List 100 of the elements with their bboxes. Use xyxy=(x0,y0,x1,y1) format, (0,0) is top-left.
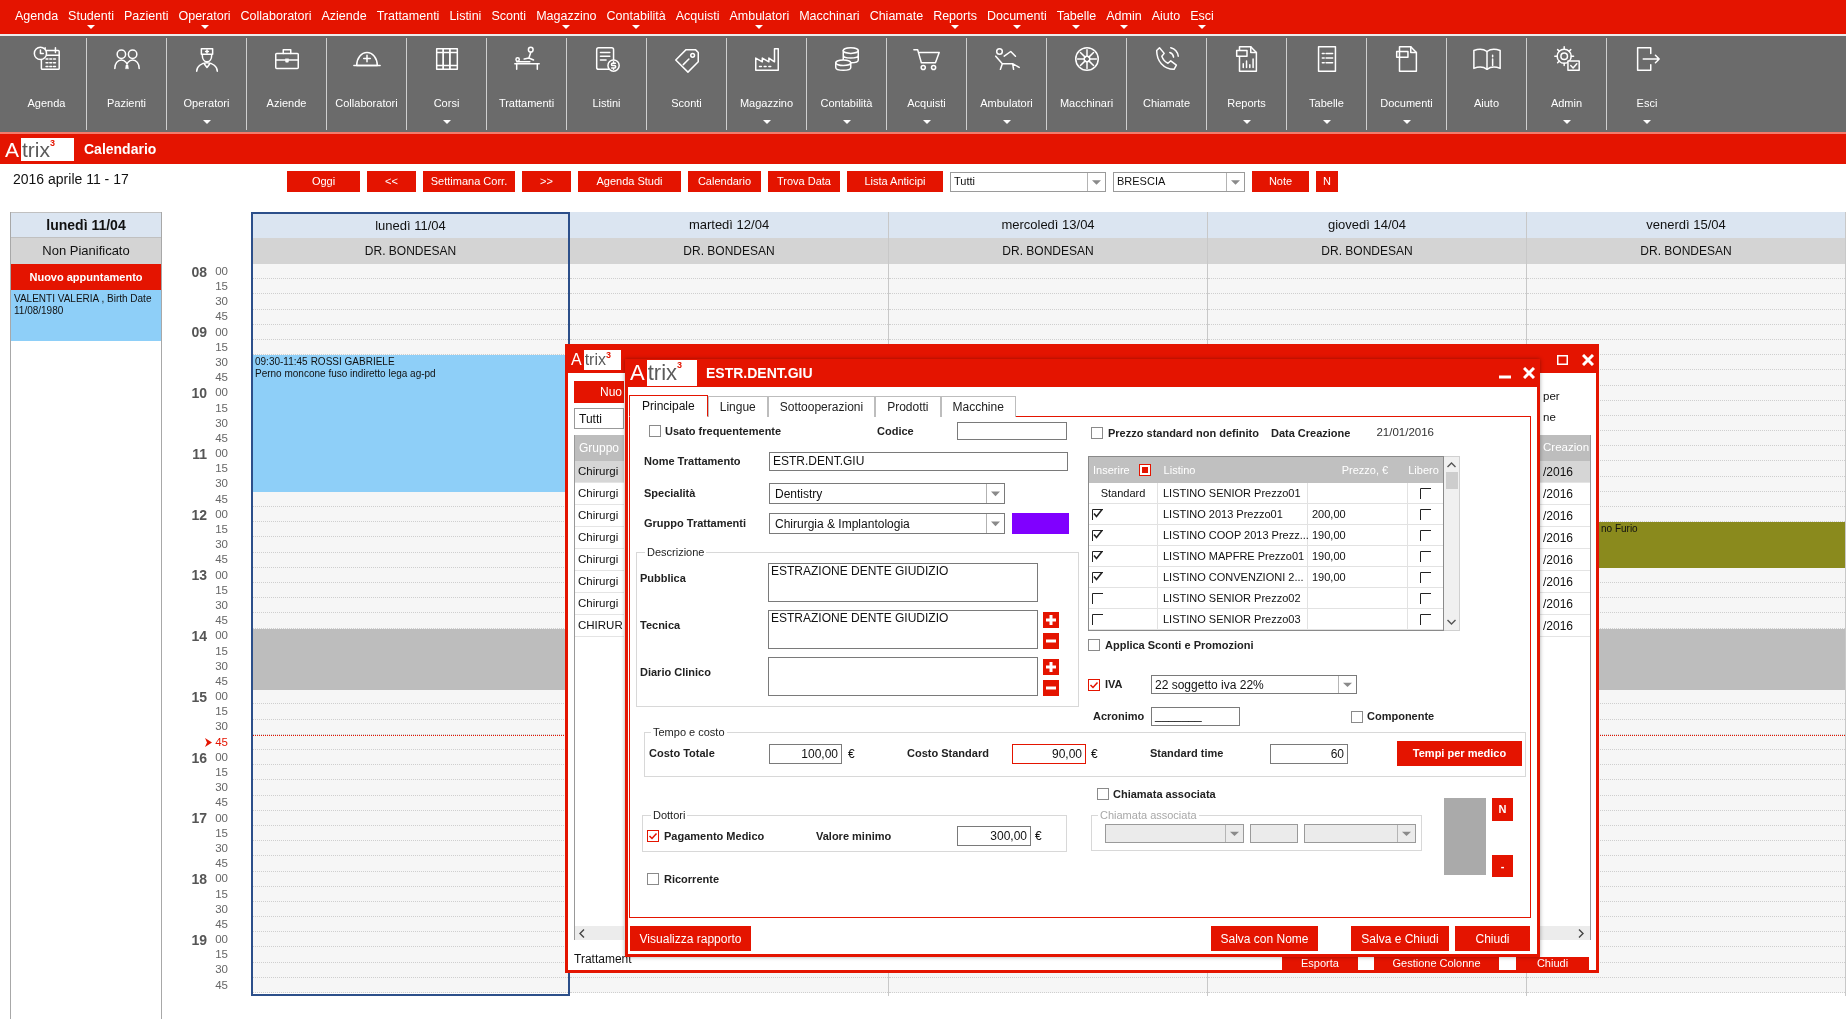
toolbar-button[interactable]: Tabelle xyxy=(1287,38,1367,130)
checkbox[interactable] xyxy=(647,830,659,842)
checkbox[interactable] xyxy=(1420,508,1431,520)
scrollbar[interactable] xyxy=(1444,456,1460,631)
appointment-card[interactable]: VALENTI VALERIA , Birth Date 11/08/1980 xyxy=(11,290,161,342)
menu-item[interactable]: Pazienti xyxy=(124,9,169,24)
action-button[interactable]: Gestione Colonne xyxy=(1374,957,1499,970)
toolbar-button[interactable]: Aziende xyxy=(247,38,327,130)
action-button[interactable]: Salva e Chiudi xyxy=(1351,926,1449,951)
action-button[interactable]: Lista Anticipi xyxy=(847,171,943,192)
plus-icon[interactable] xyxy=(1043,612,1059,628)
menu-item[interactable]: Magazzino xyxy=(536,9,597,29)
toolbar-button[interactable]: Ambulatori xyxy=(967,38,1047,130)
toolbar-button[interactable]: Operatori xyxy=(167,38,247,130)
text-field[interactable]: 100,00 xyxy=(769,743,842,764)
checkbox[interactable] xyxy=(1092,529,1103,541)
menu-item[interactable]: Ambulatori xyxy=(729,9,790,29)
action-button[interactable]: N xyxy=(1316,171,1338,192)
action-button[interactable]: Chiudi xyxy=(1455,926,1530,951)
toolbar-button[interactable]: Collaboratori xyxy=(327,38,407,130)
appointment-block[interactable]: 09:30-11:45 ROSSI GABRIELE Perno moncone fuso indiretto lega ag-pd xyxy=(253,355,568,492)
action-button[interactable]: Visualizza rapporto xyxy=(630,926,751,951)
action-button[interactable]: N xyxy=(1492,798,1513,821)
text-area[interactable]: ESTRAZIONE DENTE GIUDIZIO xyxy=(768,610,1038,649)
toolbar-button[interactable]: Magazzino xyxy=(727,38,807,130)
dropdown[interactable]: Chirurgia & Implantologia xyxy=(769,513,1005,534)
tab[interactable]: Sottooperazioni xyxy=(767,396,876,417)
checkbox[interactable] xyxy=(1088,639,1100,651)
dropdown[interactable]: Tutti xyxy=(950,171,1106,192)
menu-item[interactable]: Macchinari xyxy=(799,9,860,24)
menu-item[interactable]: Documenti xyxy=(986,9,1047,29)
menu-item[interactable]: Agenda xyxy=(15,9,59,24)
tab[interactable]: Macchine xyxy=(940,396,1016,417)
text-area[interactable] xyxy=(768,657,1038,696)
toolbar-button[interactable]: Documenti xyxy=(1367,38,1447,130)
toolbar-button[interactable]: Sconti xyxy=(647,38,727,130)
checkbox[interactable] xyxy=(1092,550,1103,562)
dropdown[interactable]: 22 soggetto iva 22% xyxy=(1151,675,1357,694)
checkbox[interactable] xyxy=(1420,529,1431,541)
menu-item[interactable]: Admin xyxy=(1106,9,1142,29)
toolbar-button[interactable]: Aiuto xyxy=(1447,38,1527,130)
checkbox[interactable] xyxy=(1420,571,1431,583)
toolbar-button[interactable]: Listini xyxy=(567,38,647,130)
dropdown[interactable]: Dentistry xyxy=(769,483,1005,504)
action-button[interactable]: Settimana Corr. xyxy=(423,171,515,192)
checkbox[interactable] xyxy=(1092,571,1103,583)
checkbox[interactable] xyxy=(647,873,659,885)
new-appointment-button[interactable]: Nuovo appuntamento xyxy=(11,264,161,291)
checkbox[interactable] xyxy=(1420,550,1431,562)
maximize-icon[interactable] xyxy=(1557,355,1568,365)
checkbox[interactable] xyxy=(1420,613,1431,625)
dropdown[interactable]: Tutti xyxy=(574,408,624,429)
menu-item[interactable]: Aziende xyxy=(321,9,367,24)
menu-item[interactable]: Collaboratori xyxy=(240,9,312,24)
tab[interactable]: Prodotti xyxy=(875,396,941,417)
checkbox[interactable] xyxy=(1420,592,1431,604)
toolbar-button[interactable]: Trattamenti xyxy=(487,38,567,130)
checkbox[interactable] xyxy=(1092,592,1103,604)
text-field[interactable]: 90,00 xyxy=(1012,743,1086,764)
checkbox[interactable] xyxy=(1092,613,1103,625)
menu-item[interactable]: Listini xyxy=(449,9,482,24)
toolbar-button[interactable]: Agenda xyxy=(7,38,87,130)
text-field[interactable]: ESTR.DENT.GIU xyxy=(769,452,1068,471)
text-area[interactable]: ESTRAZIONE DENTE GIUDIZIO xyxy=(768,563,1038,602)
text-field[interactable]: 300,00 xyxy=(957,826,1031,846)
action-button[interactable]: - xyxy=(1492,855,1513,877)
minus-icon[interactable] xyxy=(1043,633,1059,649)
toolbar-button[interactable]: Esci xyxy=(1607,38,1687,130)
scroll-left-icon[interactable] xyxy=(579,928,585,938)
minus-icon[interactable] xyxy=(1043,680,1059,696)
table-cell[interactable]: /2016 xyxy=(1539,461,1590,483)
scrollbar-thumb[interactable] xyxy=(1445,472,1458,489)
close-icon[interactable] xyxy=(1523,367,1535,379)
action-button[interactable]: Calendario xyxy=(688,171,761,192)
action-button[interactable]: << xyxy=(367,171,416,192)
menu-item[interactable]: Sconti xyxy=(491,9,527,24)
color-swatch[interactable] xyxy=(1012,513,1069,534)
action-button[interactable]: Agenda Studi xyxy=(578,171,681,192)
menu-item[interactable]: Studenti xyxy=(68,9,114,29)
tab[interactable]: Principale xyxy=(629,395,708,417)
menu-item[interactable]: Operatori xyxy=(178,9,231,29)
checkbox[interactable] xyxy=(1351,710,1363,723)
plus-icon[interactable] xyxy=(1043,659,1059,675)
toolbar-button[interactable]: Reports xyxy=(1207,38,1287,130)
scroll-up-icon[interactable] xyxy=(1447,462,1456,468)
action-button[interactable]: Esporta xyxy=(1282,957,1358,970)
action-button[interactable]: Trova Data xyxy=(768,171,840,192)
toolbar-button[interactable]: Pazienti xyxy=(87,38,167,130)
menu-item[interactable]: Reports xyxy=(933,9,977,29)
action-button[interactable]: Note xyxy=(1252,171,1309,192)
action-button[interactable]: >> xyxy=(522,171,571,192)
action-button[interactable]: Nuo xyxy=(574,381,624,403)
table-cell[interactable]: Chirurgi xyxy=(575,461,624,483)
text-field[interactable]: 60 xyxy=(1270,743,1348,764)
checkbox[interactable] xyxy=(1420,487,1431,499)
menu-item[interactable]: Contabilità xyxy=(606,9,666,29)
menu-item[interactable]: Acquisti xyxy=(675,9,720,24)
text-field[interactable] xyxy=(957,422,1067,440)
checkbox[interactable] xyxy=(649,425,661,437)
tab[interactable]: Lingue xyxy=(707,396,768,417)
